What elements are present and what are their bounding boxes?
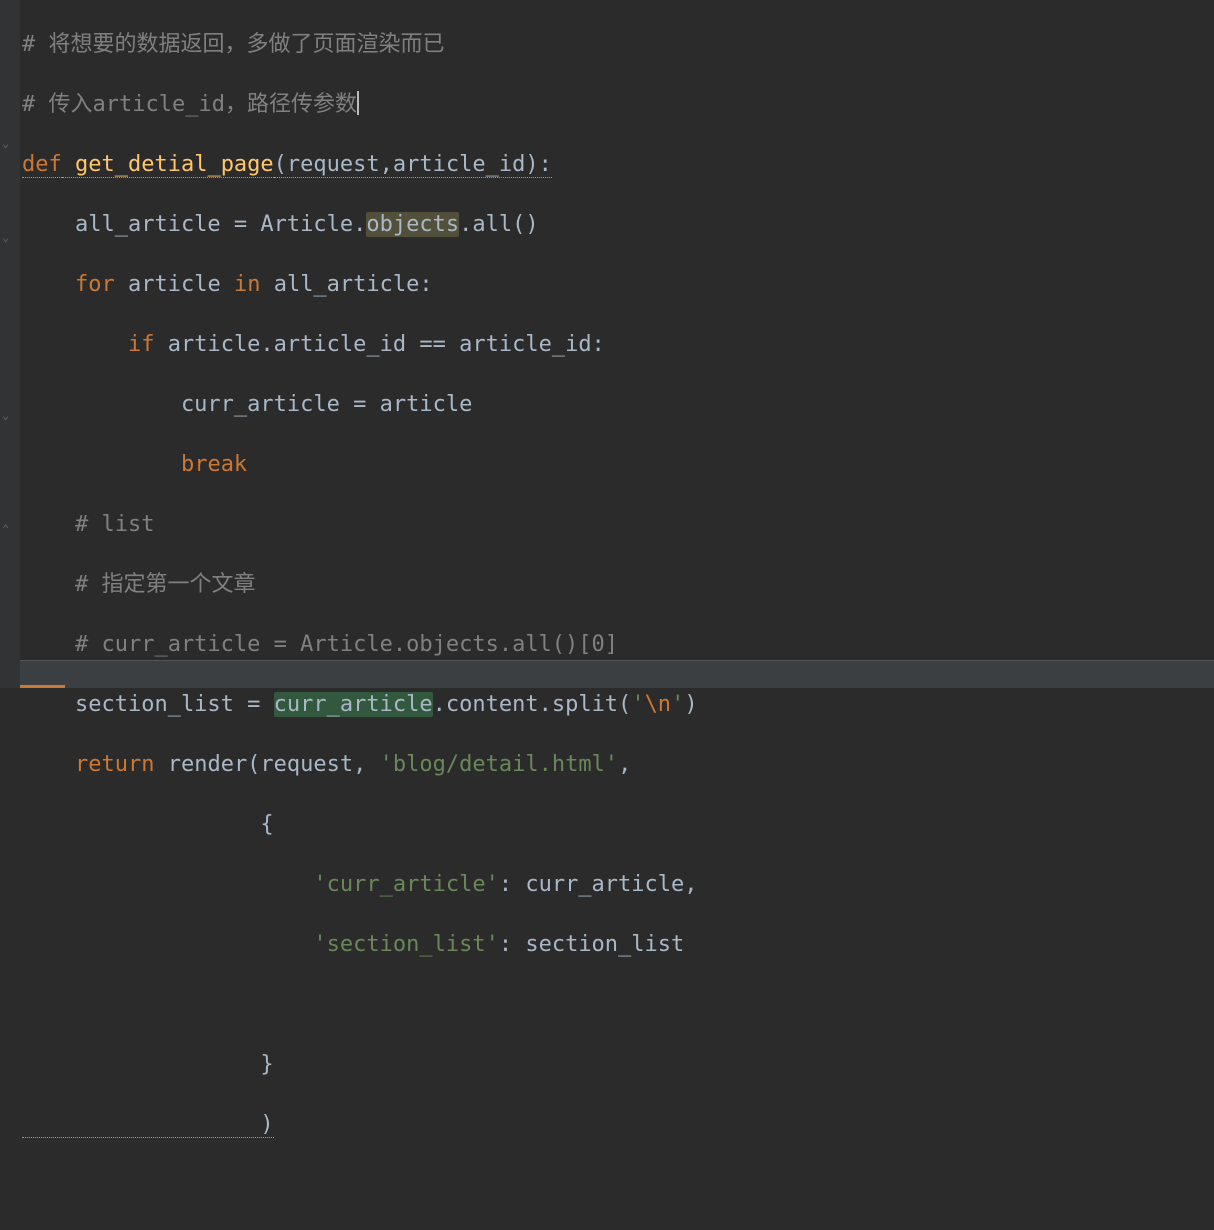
gutter-fold-icon[interactable]: ⌄	[2, 222, 9, 252]
code-line[interactable]: {	[22, 810, 1214, 840]
code-line[interactable]: def get_detial_page(request,article_id):	[22, 150, 1214, 180]
code-text: render(request,	[154, 752, 379, 777]
gutter-fold-icon[interactable]: ⌄	[2, 400, 9, 430]
comment-text: 传入article_id，路径传参数	[49, 92, 357, 117]
code-line[interactable]: break	[22, 450, 1214, 480]
code-line[interactable]: # list	[22, 510, 1214, 540]
code-text: curr_article = article	[22, 392, 472, 417]
code-line[interactable]: 'section_list': section_list	[22, 930, 1214, 960]
code-line[interactable]: )	[22, 1110, 1214, 1140]
code-text: {	[22, 812, 274, 837]
highlighted-var: curr_article	[274, 692, 433, 717]
code-line[interactable]: # 将想要的数据返回，多做了页面渲染而已	[22, 30, 1214, 60]
gutter-fold-icon[interactable]: ⌃	[2, 514, 9, 544]
comment-text: # list	[22, 512, 154, 537]
dict-key: 'section_list'	[313, 932, 498, 957]
keyword-if: if	[128, 332, 155, 357]
code-text: ,	[618, 752, 631, 777]
code-text: : section_list	[499, 932, 684, 957]
code-line[interactable]: 'curr_article': curr_article,	[22, 870, 1214, 900]
comment-text: 将想要的数据返回，多做了页面渲染而已	[49, 32, 445, 57]
code-line[interactable]: for article in all_article:	[22, 270, 1214, 300]
comment-text: # curr_article = Article.objects.all()[0…	[22, 632, 618, 657]
code-text: : curr_article,	[499, 872, 698, 897]
keyword-def: def	[22, 152, 62, 178]
code-text: all_article:	[260, 272, 432, 297]
keyword-in: in	[234, 272, 261, 297]
keyword-for: for	[75, 272, 115, 297]
code-line[interactable]: }	[22, 1050, 1214, 1080]
code-line[interactable]: # 传入article_id，路径传参数	[22, 90, 1214, 120]
status-bar	[20, 660, 1214, 688]
comment-text: # 指定第一个文章	[22, 572, 255, 597]
code-line[interactable]: section_list = curr_article.content.spli…	[22, 690, 1214, 720]
string-quote: '	[671, 692, 684, 717]
code-text: article	[115, 272, 234, 297]
editor-gutter: ⌄ ⌄ ⌄ ⌃	[0, 0, 20, 688]
text-caret	[357, 91, 359, 115]
code-text: .all()	[459, 212, 538, 237]
gutter-fold-icon[interactable]: ⌄	[2, 128, 9, 158]
string-quote: '	[631, 692, 644, 717]
function-name: get_detial_page	[62, 152, 274, 178]
keyword-break: break	[181, 452, 247, 477]
comment-text: #	[22, 92, 49, 117]
code-text: .content.split(	[433, 692, 632, 717]
code-text: article.article_id == article_id:	[154, 332, 604, 357]
string-literal: 'blog/detail.html'	[380, 752, 618, 777]
code-area[interactable]: # 将想要的数据返回，多做了页面渲染而已 # 传入article_id，路径传参…	[20, 0, 1214, 688]
keyword-return: return	[75, 752, 154, 777]
code-text: )	[22, 1112, 274, 1138]
dict-key: 'curr_article'	[313, 872, 498, 897]
code-editor[interactable]: ⌄ ⌄ ⌄ ⌃ # 将想要的数据返回，多做了页面渲染而已 # 传入article…	[0, 0, 1214, 688]
code-line[interactable]: all_article = Article.objects.all()	[22, 210, 1214, 240]
code-line[interactable]: # curr_article = Article.objects.all()[0…	[22, 630, 1214, 660]
code-line[interactable]: # 指定第一个文章	[22, 570, 1214, 600]
highlighted-member: objects	[366, 212, 459, 237]
code-line[interactable]: return render(request, 'blog/detail.html…	[22, 750, 1214, 780]
code-text: )	[684, 692, 697, 717]
code-text: all_article = Article.	[22, 212, 366, 237]
code-text: }	[22, 1052, 274, 1077]
code-line[interactable]: curr_article = article	[22, 390, 1214, 420]
string-escape: \n	[645, 692, 672, 717]
params-text: (request,article_id):	[274, 152, 552, 178]
code-line[interactable]	[22, 990, 1214, 1020]
code-line[interactable]: if article.article_id == article_id:	[22, 330, 1214, 360]
comment-text: #	[22, 32, 49, 57]
code-text: section_list =	[22, 692, 274, 717]
